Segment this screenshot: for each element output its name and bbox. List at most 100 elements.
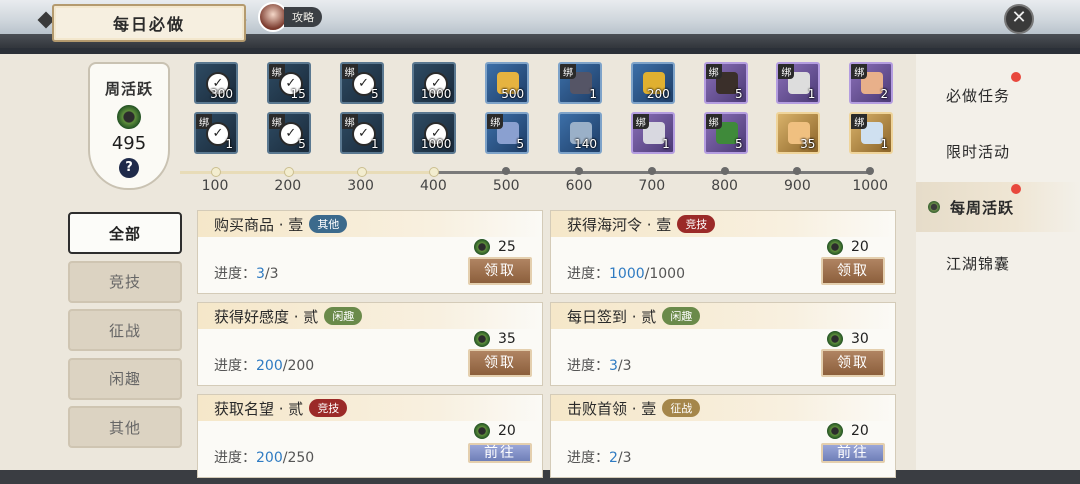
bound-badge: 绑 xyxy=(705,114,722,129)
claim-button[interactable]: 领取 xyxy=(821,257,885,285)
reward-item[interactable]: 绑1 xyxy=(630,112,675,154)
reward-quantity: 2 xyxy=(880,87,889,101)
task-points: 20 xyxy=(827,239,869,255)
points-value: 20 xyxy=(851,423,869,439)
progress-label: 进度： xyxy=(214,450,256,466)
bound-badge: 绑 xyxy=(487,114,504,129)
side-tab[interactable]: 限时活动 xyxy=(916,126,1080,176)
milestone-label: 300 xyxy=(347,178,374,194)
reward-item[interactable]: 绑 ✓ 5 xyxy=(266,112,311,154)
close-button[interactable]: ✕ xyxy=(1004,4,1034,34)
side-tab[interactable]: 必做任务 xyxy=(916,70,1080,120)
milestone-node xyxy=(356,167,367,177)
claim-button[interactable]: 领取 xyxy=(468,257,532,285)
reward-item[interactable]: 绑5 xyxy=(703,62,748,104)
task-tag: 竞技 xyxy=(677,215,716,233)
milestone-label: 700 xyxy=(638,178,666,194)
reward-item[interactable]: 500 xyxy=(485,62,530,104)
task-card: 获得海河令 · 壹竞技进度：1000/1000 20 领取 xyxy=(550,210,896,294)
task-name: 购买商品 · 壹 xyxy=(214,215,304,234)
reward-quantity: 200 xyxy=(646,87,670,101)
points-value: 25 xyxy=(498,239,516,255)
reward-quantity: 1000 xyxy=(420,137,452,151)
reward-item[interactable]: 绑 ✓ 5 xyxy=(339,62,384,104)
side-tab[interactable]: 每周活跃 xyxy=(916,182,1080,232)
category-tab[interactable]: 竞技 xyxy=(68,260,182,303)
reward-item[interactable]: 绑 ✓ 1 xyxy=(339,112,384,154)
close-icon: ✕ xyxy=(1011,7,1027,28)
task-header: 击败首领 · 壹征战 xyxy=(551,395,895,421)
progress-current: 200 xyxy=(256,450,283,466)
task-name: 获得海河令 · 壹 xyxy=(567,215,672,234)
task-name: 击败首领 · 壹 xyxy=(567,399,657,418)
reward-item[interactable]: 绑5 xyxy=(703,112,748,154)
jade-token-icon xyxy=(474,239,490,255)
reward-item[interactable]: 绑1 xyxy=(558,62,602,104)
task-header: 获取名望 · 贰竞技 xyxy=(198,395,542,421)
bound-badge: 绑 xyxy=(560,64,576,79)
category-tab[interactable]: 闲趣 xyxy=(68,357,182,400)
progress-label: 进度： xyxy=(567,266,609,282)
reward-quantity: 1 xyxy=(589,87,597,101)
bound-badge: 绑 xyxy=(705,64,722,79)
bound-badge: 绑 xyxy=(778,64,795,79)
category-tab[interactable]: 征战 xyxy=(68,309,182,351)
milestone-node xyxy=(720,167,729,175)
task-tag: 征战 xyxy=(662,399,701,417)
task-progress: 进度：3/3 xyxy=(214,263,279,283)
side-tab-label: 江湖锦囊 xyxy=(946,254,1011,273)
reward-item[interactable]: 绑1 xyxy=(776,62,821,104)
reward-quantity: 1 xyxy=(662,137,670,151)
progress-label: 进度： xyxy=(214,266,256,282)
jade-token-icon xyxy=(827,331,843,347)
task-name: 每日签到 · 贰 xyxy=(567,307,657,326)
milestone-label: 1000 xyxy=(852,178,888,194)
task-card: 获得好感度 · 贰闲趣 进度：200/200 35 领取 xyxy=(197,302,543,386)
reward-quantity: 1 xyxy=(370,137,379,151)
progress-total: /3 xyxy=(617,450,632,466)
task-header: 每日签到 · 贰闲趣 xyxy=(551,303,895,329)
reward-item[interactable]: 200 xyxy=(630,62,675,104)
claim-button[interactable]: 领取 xyxy=(821,349,885,377)
reward-quantity: 5 xyxy=(516,137,525,151)
reward-item[interactable]: 35 xyxy=(776,112,821,154)
reward-quantity: 5 xyxy=(298,137,306,151)
task-name: 获取名望 · 贰 xyxy=(214,399,304,418)
task-progress: 进度：1000/1000 xyxy=(567,263,685,283)
category-tab[interactable]: 其他 xyxy=(68,406,182,448)
side-tab-label: 限时活动 xyxy=(946,142,1011,161)
reward-quantity: 140 xyxy=(574,137,597,151)
goto-button[interactable]: 前往 xyxy=(821,443,885,463)
progress-current: 1000 xyxy=(609,266,645,282)
help-icon[interactable]: ? xyxy=(119,158,139,178)
task-header: 获得好感度 · 贰闲趣 xyxy=(198,303,542,329)
reward-quantity: 5 xyxy=(734,87,743,101)
reward-item[interactable]: 绑5 xyxy=(485,112,530,154)
progress-total: /3 xyxy=(264,266,279,282)
task-header: 获得海河令 · 壹竞技 xyxy=(551,211,895,237)
reward-item[interactable]: 绑 ✓ 15 xyxy=(266,62,311,104)
reward-item[interactable]: 绑 ✓ 1 xyxy=(194,112,238,154)
goto-button[interactable]: 前往 xyxy=(468,443,532,463)
milestone-label: 500 xyxy=(492,178,520,194)
reward-item[interactable]: 绑1 xyxy=(849,112,894,154)
milestone-label: 900 xyxy=(784,178,811,194)
reward-item[interactable]: ✓ 1000 xyxy=(412,62,457,104)
reward-item[interactable]: ✓ 300 xyxy=(194,62,238,104)
claim-button[interactable]: 领取 xyxy=(468,349,532,377)
jade-token-icon xyxy=(474,331,490,347)
task-progress: 进度：200/250 xyxy=(214,447,314,467)
reward-item[interactable]: ✓ 1000 xyxy=(412,112,457,154)
category-tab[interactable]: 全部 xyxy=(68,212,182,254)
page-title: 每日必做 xyxy=(52,4,246,42)
progress-current: 3 xyxy=(609,358,618,374)
reward-quantity: 1000 xyxy=(420,87,452,101)
task-points: 30 xyxy=(827,331,869,347)
progress-current: 3 xyxy=(256,266,265,282)
side-tab[interactable]: 江湖锦囊 xyxy=(916,238,1080,288)
guide-button[interactable]: 攻略 xyxy=(258,2,322,32)
reward-item[interactable]: 绑2 xyxy=(849,62,894,104)
progress-current: 2 xyxy=(609,450,618,466)
reward-item[interactable]: 140 xyxy=(558,112,602,154)
jade-token-icon xyxy=(928,201,940,213)
